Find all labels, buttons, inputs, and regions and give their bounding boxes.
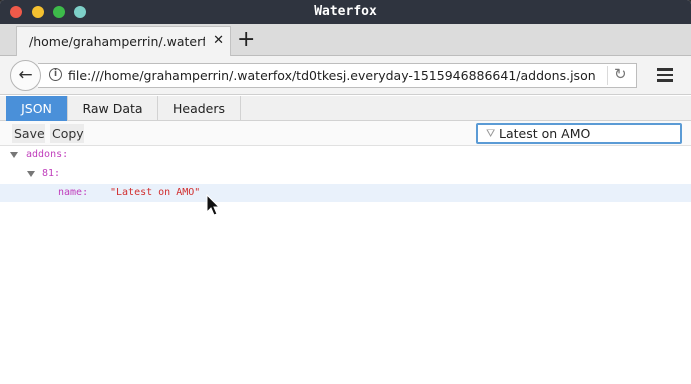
back-arrow-icon: ←: [18, 65, 33, 85]
filter-icon: ⛛: [486, 127, 496, 140]
hamburger-menu-icon[interactable]: [652, 65, 678, 87]
tree-key: name:: [58, 187, 89, 198]
browser-window: Waterfox /home/grahamperrin/.waterfox ✕ …: [0, 0, 691, 384]
url-separator: [607, 66, 608, 85]
navigation-bar: i file:///home/grahamperrin/.waterfox/td…: [0, 56, 691, 95]
url-bar[interactable]: i file:///home/grahamperrin/.waterfox/td…: [38, 63, 637, 88]
browser-tab[interactable]: /home/grahamperrin/.waterfox ✕: [16, 26, 231, 56]
json-viewer: JSON Raw Data Headers Save Copy ⛛ Latest…: [0, 96, 691, 380]
site-info-icon[interactable]: i: [49, 68, 62, 81]
title-bar: Waterfox: [0, 0, 691, 24]
save-button[interactable]: Save: [12, 124, 45, 143]
tab-json[interactable]: JSON: [6, 96, 68, 121]
expand-twisty-icon[interactable]: [10, 152, 18, 158]
tree-key: addons:: [26, 149, 69, 160]
tab-close-icon[interactable]: ✕: [213, 33, 224, 48]
tree-value: "Latest on AMO": [110, 187, 201, 198]
reload-icon[interactable]: ↻: [614, 65, 627, 83]
filter-input[interactable]: ⛛ Latest on AMO: [476, 123, 682, 144]
tab-headers[interactable]: Headers: [158, 96, 241, 121]
expand-twisty-icon[interactable]: [27, 171, 35, 177]
tab-title: /home/grahamperrin/.waterfox: [29, 34, 205, 49]
window-title: Waterfox: [314, 4, 377, 19]
tree-key: 81:: [42, 168, 61, 179]
filter-value[interactable]: Latest on AMO: [499, 126, 590, 141]
tree-row-name[interactable]: name: "Latest on AMO": [0, 184, 691, 202]
tab-raw-data[interactable]: Raw Data: [68, 96, 158, 121]
mouse-pointer-icon: [206, 194, 221, 216]
tree-row-addons[interactable]: addons:: [0, 146, 691, 164]
tree-row-81[interactable]: 81:: [0, 165, 691, 183]
url-text[interactable]: file:///home/grahamperrin/.waterfox/td0t…: [68, 68, 608, 83]
json-toolbar: Save Copy ⛛ Latest on AMO: [0, 121, 691, 146]
viewer-tabs: JSON Raw Data Headers: [0, 96, 691, 121]
copy-button[interactable]: Copy: [50, 124, 84, 143]
new-tab-icon[interactable]: +: [237, 29, 255, 51]
tab-strip: /home/grahamperrin/.waterfox ✕ +: [0, 24, 691, 56]
back-button[interactable]: ←: [10, 60, 41, 91]
